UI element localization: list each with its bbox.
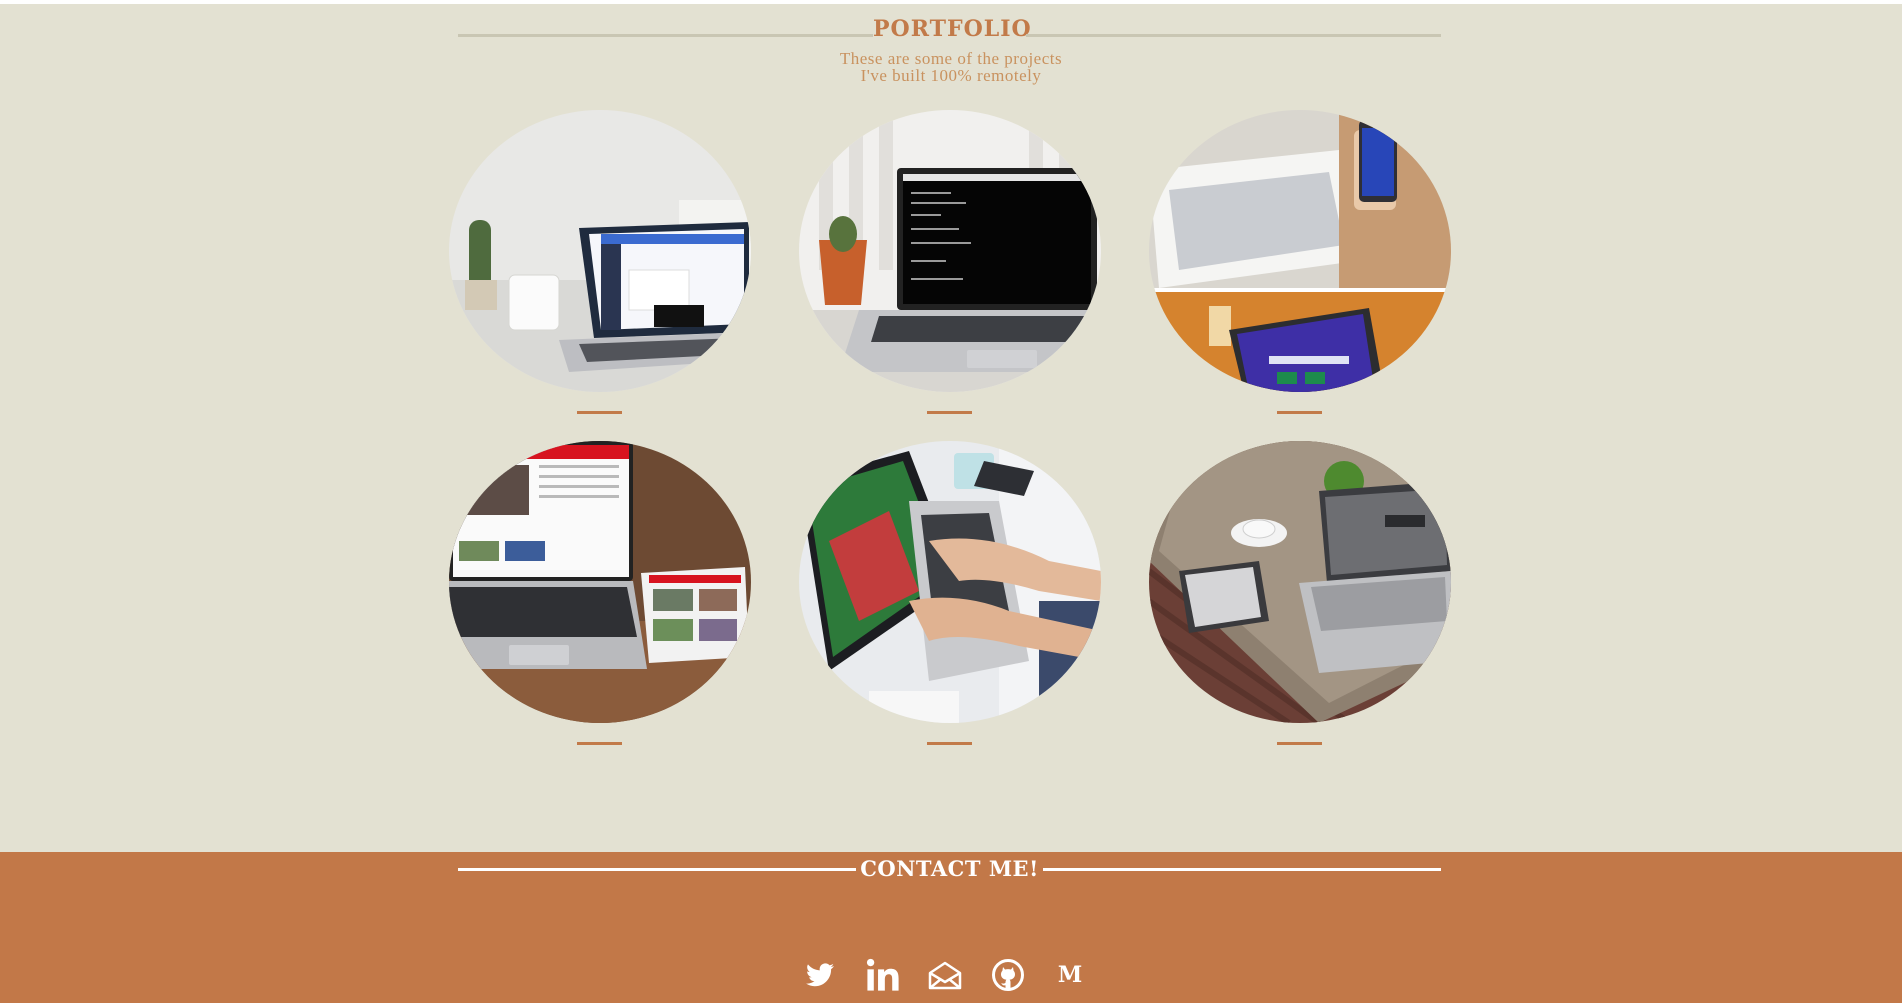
project-divider-6 bbox=[1277, 742, 1322, 745]
subtitle-line-1: These are some of the projects bbox=[839, 49, 1063, 68]
linkedin-link[interactable] bbox=[863, 955, 903, 995]
project-image-desk[interactable] bbox=[1149, 441, 1451, 723]
project-card-1[interactable] bbox=[449, 110, 751, 414]
project-image-dell-terminal[interactable] bbox=[799, 110, 1101, 392]
heading-divider-right bbox=[1026, 34, 1441, 37]
project-card-6[interactable] bbox=[1149, 441, 1451, 745]
medium-link[interactable]: M bbox=[1050, 955, 1090, 995]
project-card-5[interactable] bbox=[799, 441, 1101, 745]
project-image-newsweek[interactable] bbox=[449, 441, 751, 723]
project-divider-2 bbox=[927, 411, 972, 414]
project-divider-3 bbox=[1277, 411, 1322, 414]
twitter-link[interactable] bbox=[800, 955, 840, 995]
portfolio-subtitle: These are some of the projects I've buil… bbox=[751, 50, 1151, 84]
email-icon bbox=[928, 961, 962, 990]
portfolio-heading: PORTFOLIO bbox=[458, 16, 1441, 46]
portfolio-title: PORTFOLIO bbox=[873, 16, 1032, 42]
contact-title: CONTACT ME! bbox=[860, 856, 1039, 881]
twitter-icon bbox=[806, 963, 834, 987]
contact-divider-right bbox=[1043, 868, 1441, 871]
project-image-laptop-dashboard[interactable] bbox=[449, 110, 751, 392]
contact-divider-left bbox=[458, 868, 856, 871]
project-divider-1 bbox=[577, 411, 622, 414]
laptop-tablet-desk-photo bbox=[1149, 441, 1451, 723]
project-divider-4 bbox=[577, 742, 622, 745]
github-link[interactable] bbox=[988, 955, 1028, 995]
project-image-hands-typing[interactable] bbox=[799, 441, 1101, 723]
project-card-3[interactable] bbox=[1149, 110, 1451, 414]
project-card-4[interactable] bbox=[449, 441, 751, 745]
subtitle-line-2: I've built 100% remotely bbox=[860, 66, 1042, 85]
newsweek-laptop-tablet-photo bbox=[449, 441, 751, 723]
linkedin-icon bbox=[866, 958, 899, 991]
project-divider-5 bbox=[927, 742, 972, 745]
social-links: M bbox=[800, 955, 1090, 995]
portfolio-section: PORTFOLIO These are some of the projects… bbox=[0, 4, 1902, 852]
laptop-dashboard-photo bbox=[449, 110, 751, 392]
hands-typing-laptop-photo bbox=[799, 441, 1101, 723]
project-card-2[interactable] bbox=[799, 110, 1101, 414]
project-image-phone-laptop[interactable] bbox=[1149, 110, 1451, 392]
github-icon bbox=[991, 959, 1024, 991]
dell-laptop-terminal-photo bbox=[799, 110, 1101, 392]
medium-icon: M bbox=[1057, 962, 1083, 988]
contact-section: CONTACT ME! M bbox=[0, 852, 1902, 1003]
contact-heading: CONTACT ME! bbox=[458, 856, 1441, 886]
email-link[interactable] bbox=[925, 955, 965, 995]
heading-divider-left bbox=[458, 34, 873, 37]
phone-and-laptop-website-photo bbox=[1149, 110, 1451, 392]
